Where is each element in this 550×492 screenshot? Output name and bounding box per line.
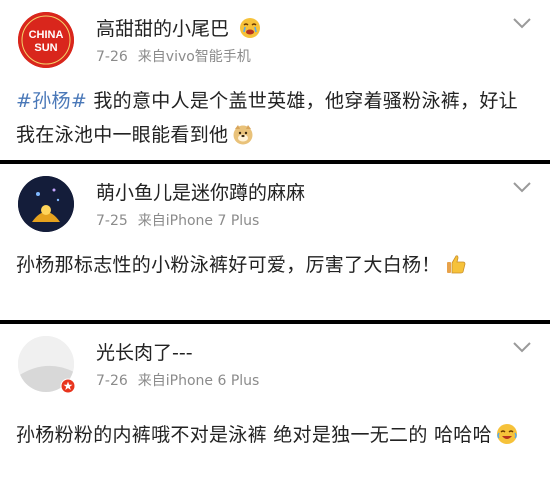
username-text[interactable]: 高甜甜的小尾巴 [96,18,229,40]
post-meta: 7-25 来自iPhone 7 Plus [96,210,259,230]
post-meta: 7-26 来自vivo智能手机 [96,46,251,66]
svg-text:SUN: SUN [34,42,57,54]
source-device[interactable]: iPhone 6 Plus [166,373,260,389]
source-prefix: 来自 [137,213,166,229]
hashtag-link[interactable]: #孙杨# [16,90,87,112]
doge-face-icon [233,125,253,145]
comment-text: #孙杨# 我的意中人是个盖世英雄，他穿着骚粉泳裤，好让我在泳池中一眼能看到他 [16,84,536,152]
username[interactable]: 高甜甜的小尾巴 [96,14,261,41]
username[interactable]: 萌小鱼儿是迷你蹲的麻麻 [96,178,305,205]
weibo-comment-feed: CHINA SUN 高甜甜的小尾巴 7-26 来自vivo智能手机 #孙杨# 我的… [0,0,550,492]
source-prefix: 来自 [137,49,166,65]
post-date: 7-25 [96,213,128,229]
comment-body: 孙杨粉粉的内裤哦不对是泳裤 绝对是独一无二的 哈哈哈 [16,424,492,446]
avatar[interactable] [18,176,74,232]
post-date: 7-26 [96,49,128,65]
comment-item: CHINA SUN 高甜甜的小尾巴 7-26 来自vivo智能手机 #孙杨# 我的… [0,0,550,160]
svg-text:CHINA: CHINA [29,29,64,41]
comment-text: 孙杨那标志性的小粉泳裤好可爱，厉害了大白杨！ [16,248,536,282]
username[interactable]: 光长肉了--- [96,338,193,365]
post-meta: 7-26 来自iPhone 6 Plus [96,370,259,390]
china-sun-logo-icon: CHINA SUN [18,12,74,68]
chevron-down-icon[interactable] [512,16,532,30]
post-date: 7-26 [96,373,128,389]
chevron-down-icon[interactable] [512,180,532,194]
source-device[interactable]: vivo智能手机 [166,49,251,65]
comment-body: 我的意中人是个盖世英雄，他穿着骚粉泳裤，好让我在泳池中一眼能看到他 [16,90,518,146]
comment-body: 孙杨那标志性的小粉泳裤好可爱，厉害了大白杨！ [16,254,441,276]
chevron-down-icon[interactable] [512,340,532,354]
username-text[interactable]: 萌小鱼儿是迷你蹲的麻麻 [96,182,305,204]
username-text[interactable]: 光长肉了--- [96,342,193,364]
laughing-cry-icon [496,424,517,444]
comment-item: 萌小鱼儿是迷你蹲的麻麻 7-25 来自iPhone 7 Plus 孙杨那标志性的小… [0,164,550,320]
avatar[interactable]: CHINA SUN [18,12,74,68]
verified-badge-icon [60,378,76,394]
source-prefix: 来自 [137,373,166,389]
crying-face-icon [240,18,261,38]
comment-item: 光长肉了--- 7-26 来自iPhone 6 Plus 孙杨粉粉的内裤哦不对是泳… [0,324,550,492]
avatar[interactable] [18,336,76,394]
comment-text: 孙杨粉粉的内裤哦不对是泳裤 绝对是独一无二的 哈哈哈 [16,418,536,452]
source-device[interactable]: iPhone 7 Plus [166,213,260,229]
thumbs-up-icon [446,255,466,274]
night-scene-avatar-icon [18,176,74,232]
